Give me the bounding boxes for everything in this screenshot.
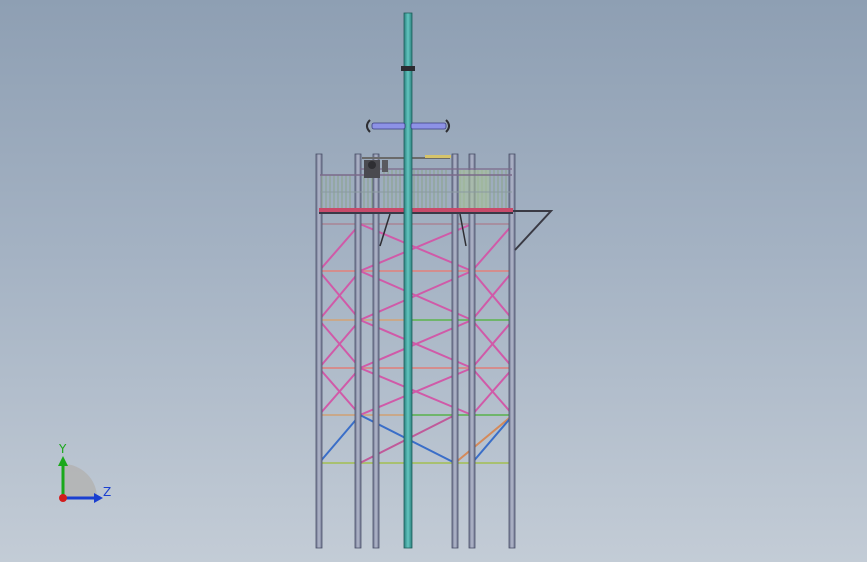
- tower-model[interactable]: [0, 0, 867, 562]
- mast-clamp: [401, 66, 415, 71]
- graphics-viewport[interactable]: Y Z: [0, 0, 867, 562]
- platform-deck: [319, 208, 513, 212]
- mast: [401, 12, 415, 549]
- x-axis-icon: [59, 494, 67, 502]
- lower-braces: [318, 414, 514, 464]
- z-axis-label: Z: [103, 485, 111, 499]
- tower-bracing: [318, 223, 514, 464]
- triad-plane-icon: [63, 464, 97, 498]
- y-axis-label: Y: [58, 442, 67, 456]
- platform: [319, 155, 554, 251]
- reference-triad: Y Z: [58, 442, 111, 503]
